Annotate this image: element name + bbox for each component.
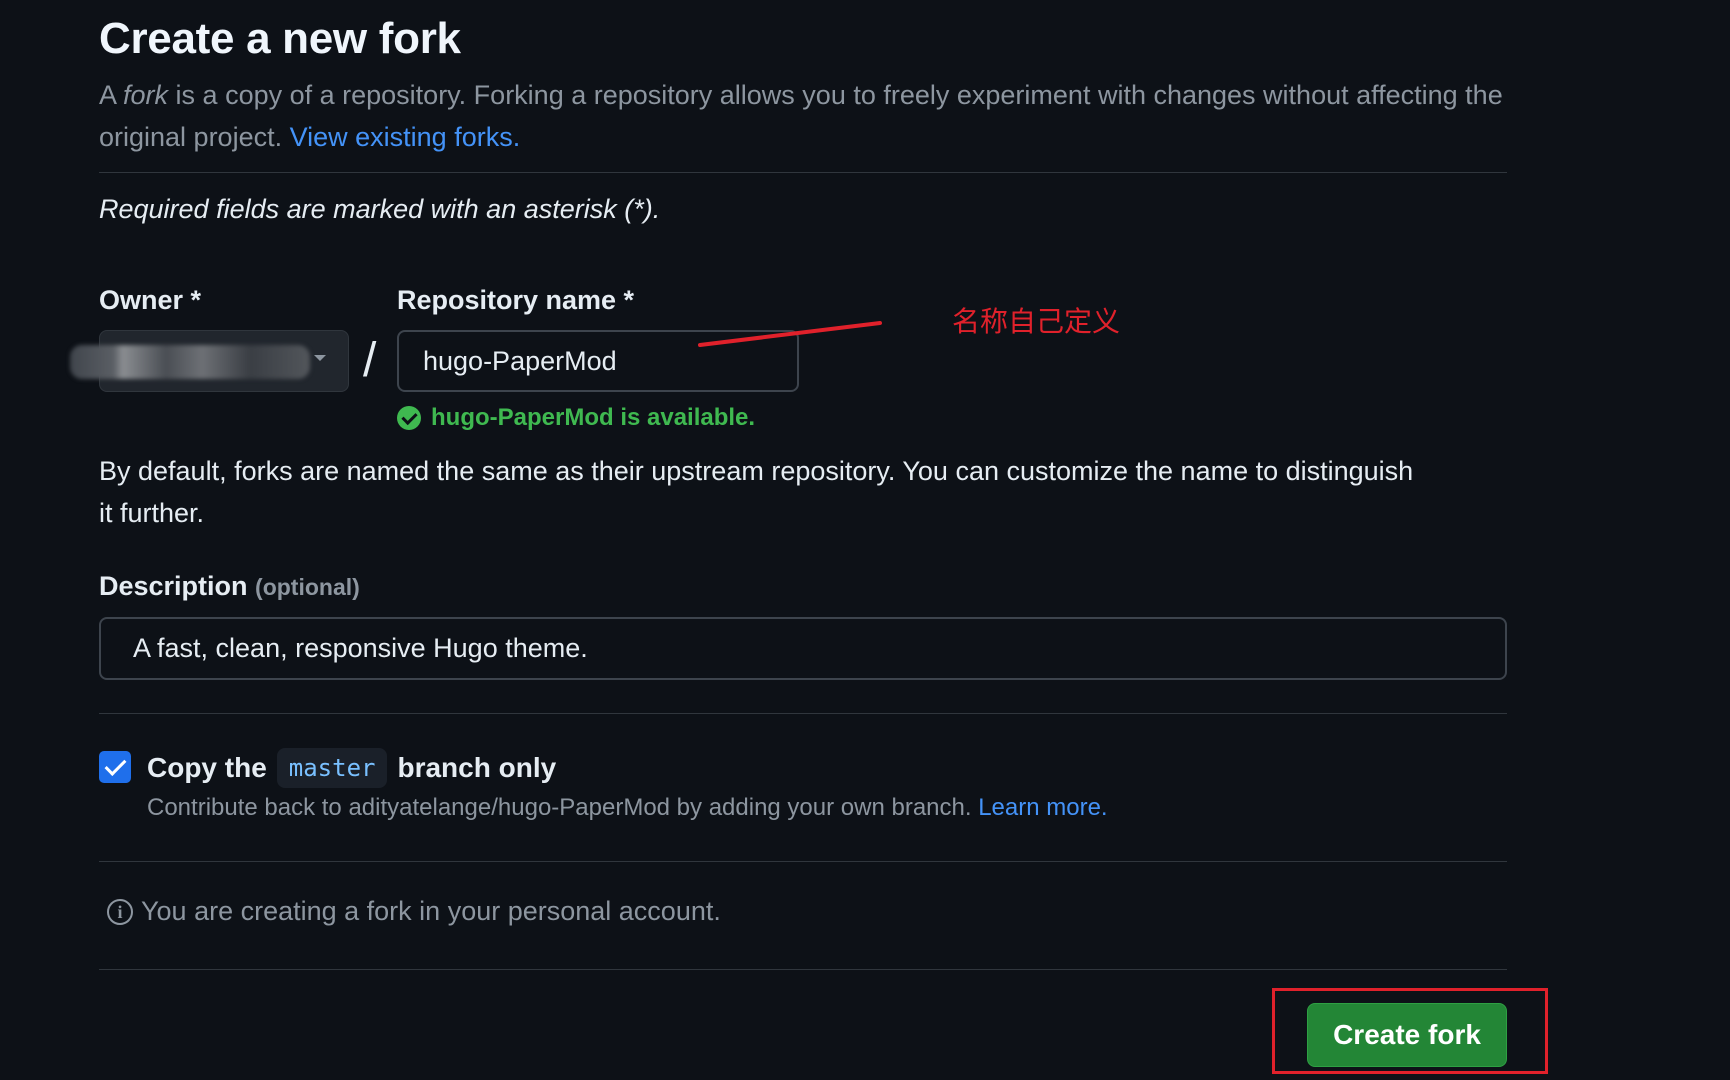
- copy-branch-checkbox[interactable]: [99, 751, 131, 783]
- owner-label: Owner *: [99, 285, 202, 315]
- repository-name-input[interactable]: [397, 330, 799, 392]
- description-label-text: Description: [99, 571, 248, 601]
- intro-fork-word: fork: [123, 80, 169, 110]
- page-title: Create a new fork: [99, 14, 461, 63]
- header-divider: [99, 172, 1507, 173]
- description-divider: [99, 713, 1507, 714]
- options-divider: [99, 861, 1507, 862]
- learn-more-link[interactable]: Learn more.: [978, 794, 1107, 821]
- view-existing-forks-link[interactable]: View existing forks.: [290, 122, 521, 152]
- availability-text: hugo-PaperMod is available.: [431, 404, 756, 431]
- owner-avatar-redacted: [70, 345, 310, 379]
- availability-message: hugo-PaperMod is available.: [397, 404, 755, 432]
- check-circle-icon: [397, 406, 421, 430]
- create-fork-button[interactable]: Create fork: [1307, 1003, 1507, 1067]
- description-label: Description (optional): [99, 571, 360, 602]
- intro-prefix: A: [99, 80, 124, 110]
- copy-branch-subtext-body: Contribute back to adityatelange/hugo-Pa…: [147, 794, 979, 821]
- intro-text: A fork is a copy of a repository. Forkin…: [99, 74, 1507, 158]
- default-naming-note: By default, forks are named the same as …: [99, 456, 1414, 528]
- branch-name-code: master: [276, 748, 388, 788]
- copy-label-suffix: branch only: [397, 752, 557, 783]
- required-fields-note: Required fields are marked with an aster…: [99, 194, 661, 224]
- description-input[interactable]: [99, 617, 1507, 680]
- owner-select[interactable]: [70, 330, 349, 392]
- copy-label-prefix: Copy the: [147, 752, 267, 783]
- personal-account-info: i You are creating a fork in your person…: [107, 896, 721, 927]
- footer-divider: [99, 969, 1507, 970]
- optional-tag: (optional): [255, 574, 360, 600]
- copy-branch-label: Copy the master branch only: [147, 746, 556, 790]
- info-text: You are creating a fork in your personal…: [141, 896, 721, 926]
- annotation-note: 名称自己定义: [952, 305, 1121, 338]
- copy-branch-subtext: Contribute back to adityatelange/hugo-Pa…: [147, 794, 1108, 822]
- owner-repo-separator: /: [363, 334, 377, 387]
- chevron-down-icon: [314, 355, 326, 361]
- repository-name-label: Repository name *: [397, 285, 635, 315]
- info-icon: i: [107, 898, 133, 925]
